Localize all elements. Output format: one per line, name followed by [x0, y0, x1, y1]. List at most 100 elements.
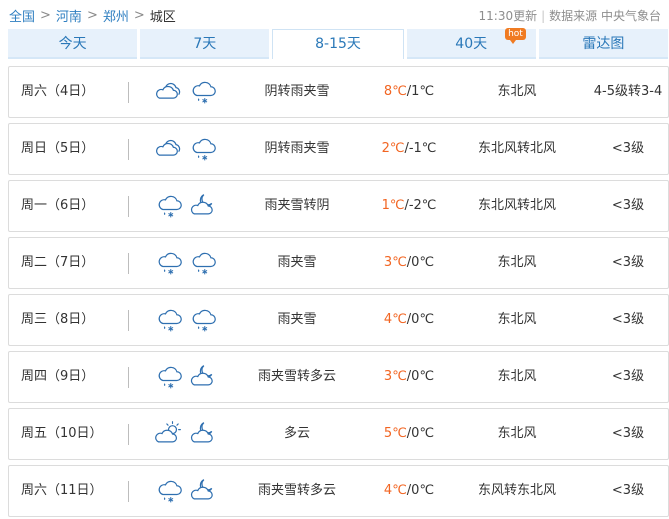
- tab-label: 雷达图: [582, 36, 625, 52]
- forecast-tabs: 今天 7天 8-15天 40天 hot 雷达图: [8, 28, 669, 59]
- forecast-day: 周三（8日）: [21, 312, 95, 327]
- temp-high: 5℃: [383, 426, 407, 441]
- forecast-row: 周六（11日） 雨夹雪转多云 4℃/0℃ 东风转东北风 <3级: [8, 465, 669, 517]
- breadcrumb-item-province[interactable]: 河南: [56, 6, 82, 25]
- weather-icons: [155, 67, 225, 117]
- tab-label: 7天: [193, 36, 217, 52]
- temp-low: /-2℃: [404, 198, 437, 213]
- weather-description: 阴转雨夹雪: [264, 141, 330, 156]
- weather-description: 雨夹雪: [277, 312, 317, 327]
- weather-icons: [155, 295, 225, 345]
- weather-description: 雨夹雪: [277, 255, 317, 270]
- row-divider: [128, 139, 129, 160]
- wind-level: <3级: [611, 483, 645, 498]
- forecast-day: 周一（6日）: [21, 198, 95, 213]
- temp-low: /0℃: [406, 369, 435, 384]
- breadcrumb-separator: >: [86, 7, 98, 23]
- wind-direction: 东北风: [497, 312, 537, 327]
- wind-direction: 东北风: [497, 369, 537, 384]
- temp-low: /0℃: [406, 312, 435, 327]
- temp-high: 2℃: [381, 141, 405, 156]
- cloudy-icon: [156, 139, 181, 156]
- row-divider: [128, 310, 129, 331]
- forecast-day: 周二（7日）: [21, 255, 95, 270]
- tab-radar[interactable]: 雷达图: [538, 29, 669, 59]
- row-divider: [128, 481, 129, 502]
- temperature: 4℃/0℃: [361, 466, 457, 516]
- tab-label: 8-15天: [315, 36, 361, 52]
- update-meta: 11:30更新 | 数据来源 中央气象台: [479, 7, 661, 24]
- forecast-row: 周四（9日） 雨夹雪转多云 3℃/0℃ 东北风 <3级: [8, 351, 669, 403]
- wind-direction: 东风转东北风: [477, 483, 556, 498]
- temp-high: 1℃: [381, 198, 405, 213]
- hot-badge: hot: [505, 28, 526, 44]
- forecast-day: 周日（5日）: [21, 141, 95, 156]
- weather-description: 多云: [283, 426, 310, 441]
- tab-7-days[interactable]: 7天: [140, 29, 270, 59]
- weather-description: 雨夹雪转阴: [264, 198, 330, 213]
- meta-divider: |: [541, 8, 546, 23]
- moon-cloud-icon: [190, 194, 213, 215]
- weather-description: 雨夹雪转多云: [257, 369, 336, 384]
- forecast-row: 周日（5日） 阴转雨夹雪 2℃/-1℃ 东北风转北风 <3级: [8, 123, 669, 175]
- wind-level: <3级: [611, 141, 645, 156]
- temperature: 4℃/0℃: [361, 295, 457, 345]
- row-divider: [128, 82, 129, 103]
- forecast-row: 周六（4日） 阴转雨夹雪 8℃/1℃ 东北风 4-5级转3-4: [8, 66, 669, 118]
- wind-direction: 东北风转北风: [477, 198, 556, 213]
- tab-label: 今天: [58, 36, 87, 52]
- temp-high: 8℃: [383, 84, 407, 99]
- forecast-row: 周二（7日） 雨夹雪 3℃/0℃ 东北风 <3级: [8, 237, 669, 289]
- wind-level: <3级: [611, 426, 645, 441]
- wind-level: <3级: [611, 198, 645, 213]
- tab-8-15-days[interactable]: 8-15天: [272, 29, 404, 59]
- forecast-day: 周四（9日）: [21, 369, 95, 384]
- temperature: 8℃/1℃: [361, 67, 457, 117]
- weather-icons: [155, 409, 225, 459]
- tab-today[interactable]: 今天: [8, 29, 138, 59]
- weather-description: 雨夹雪转多云: [257, 483, 336, 498]
- sleet-icon: [158, 366, 182, 389]
- moon-cloud-icon: [190, 365, 213, 386]
- row-divider: [128, 367, 129, 388]
- sleet-icon: [192, 252, 216, 275]
- temp-low: /-1℃: [404, 141, 437, 156]
- forecast-day: 周六（4日）: [21, 84, 95, 99]
- forecast-day: 周六（11日）: [21, 483, 103, 498]
- row-divider: [128, 424, 129, 445]
- temperature: 2℃/-1℃: [361, 124, 457, 174]
- update-time: 11:30更新: [478, 9, 538, 23]
- temperature: 1℃/-2℃: [361, 181, 457, 231]
- sleet-icon: [158, 252, 182, 275]
- wind-direction: 东北风: [497, 426, 537, 441]
- wind-direction: 东北风: [497, 255, 537, 270]
- temp-low: /0℃: [406, 483, 435, 498]
- sun-cloud-icon: [155, 421, 181, 443]
- sleet-icon: [192, 81, 216, 104]
- wind-level: <3级: [611, 312, 645, 327]
- forecast-row: 周五（10日） 多云 5℃/0℃ 东北风 <3级: [8, 408, 669, 460]
- temperature: 3℃/0℃: [361, 352, 457, 402]
- breadcrumb-item-district: 城区: [149, 9, 176, 25]
- sleet-icon: [158, 195, 182, 218]
- weather-icons: [155, 352, 225, 402]
- data-source: 数据来源 中央气象台: [549, 9, 661, 23]
- tab-40-days[interactable]: 40天 hot: [406, 28, 536, 59]
- temp-low: /0℃: [406, 255, 435, 270]
- sleet-icon: [192, 138, 216, 161]
- wind-level: 4-5级转3-4: [593, 84, 663, 99]
- weather-icons: [155, 124, 225, 174]
- temp-high: 3℃: [383, 369, 407, 384]
- temp-high: 4℃: [383, 312, 407, 327]
- temp-low: /1℃: [406, 84, 435, 99]
- breadcrumb-item-country[interactable]: 全国: [9, 6, 35, 25]
- forecast-day: 周五（10日）: [21, 426, 103, 441]
- moon-cloud-icon: [190, 479, 213, 500]
- forecast-list: 周六（4日） 阴转雨夹雪 8℃/1℃ 东北风 4-5级转3-4 周日（5日） 阴…: [8, 66, 669, 519]
- weather-icons: [155, 238, 225, 288]
- moon-cloud-icon: [190, 422, 213, 443]
- breadcrumb: 全国 > 河南 > 郑州 > 城区: [9, 6, 176, 25]
- sleet-icon: [158, 480, 182, 503]
- breadcrumb-item-city[interactable]: 郑州: [103, 6, 129, 25]
- breadcrumb-separator: >: [40, 7, 51, 23]
